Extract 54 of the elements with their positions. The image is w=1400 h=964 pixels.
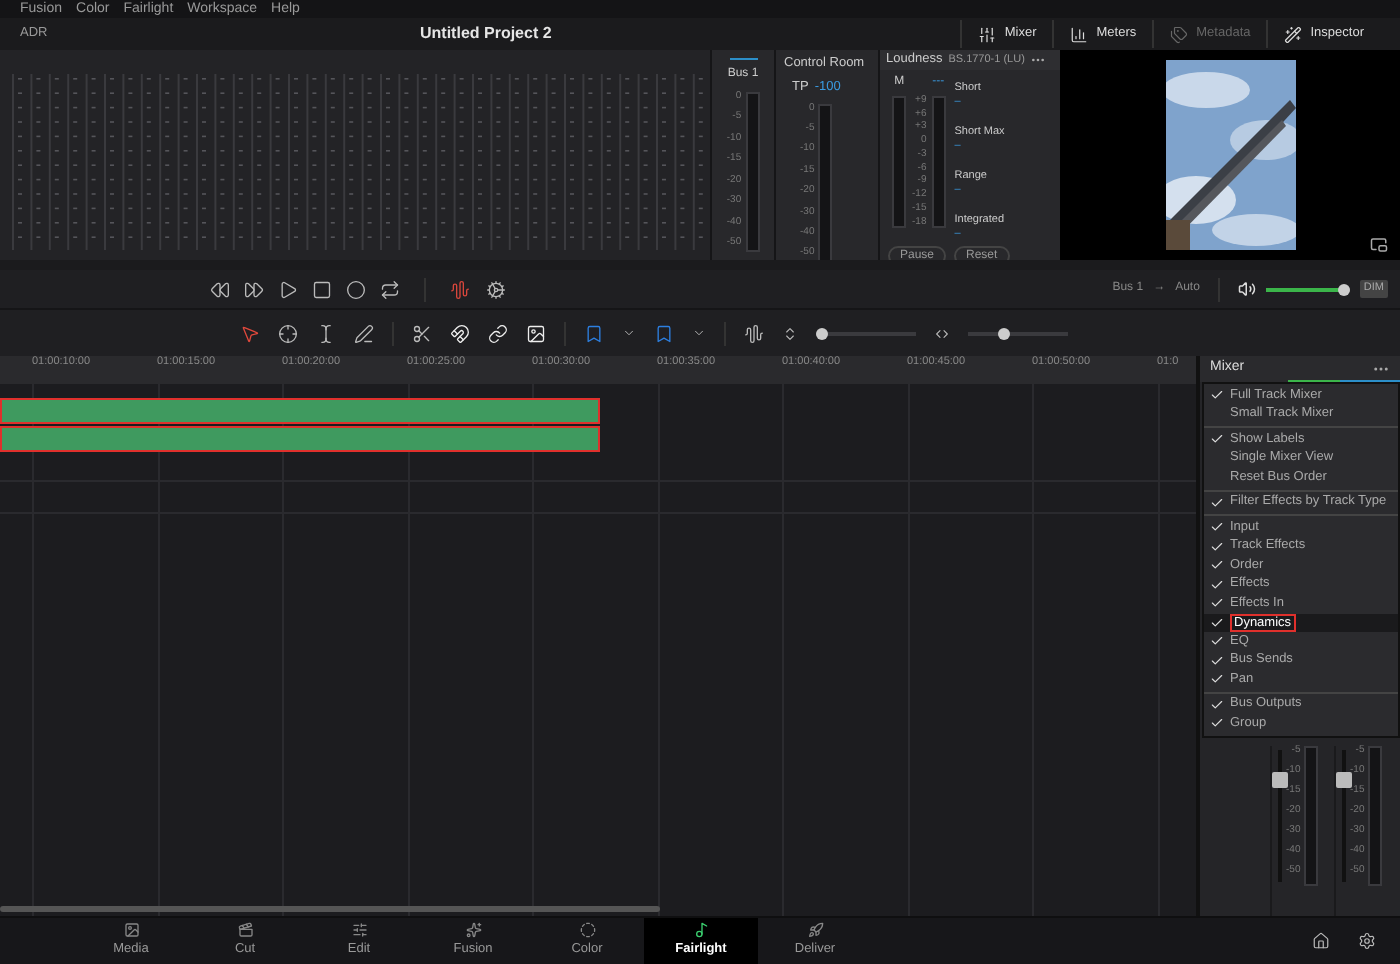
- crosshair-icon[interactable]: [278, 323, 298, 343]
- fast-forward-icon[interactable]: [244, 279, 264, 299]
- bar-chart-icon: [1070, 25, 1089, 43]
- rewind-icon[interactable]: [210, 279, 230, 299]
- sliders-icon: [978, 25, 997, 43]
- audio-clip[interactable]: [0, 426, 600, 452]
- check-icon: [1210, 388, 1224, 403]
- zoom-slider[interactable]: [816, 327, 916, 339]
- waveform-icon[interactable]: [744, 323, 764, 343]
- left-right-icon[interactable]: [934, 325, 950, 341]
- meter-bar: [1304, 745, 1319, 885]
- volume-slider[interactable]: [1265, 283, 1350, 295]
- slider-thumb[interactable]: [998, 327, 1011, 339]
- bookmark-icon[interactable]: [584, 323, 604, 343]
- sparkles-icon: [465, 922, 481, 939]
- image-icon[interactable]: [526, 323, 546, 343]
- audio-clip[interactable]: [0, 398, 600, 424]
- bookmark-icon[interactable]: [654, 323, 674, 343]
- record-icon[interactable]: [346, 279, 366, 299]
- play-icon[interactable]: [278, 279, 298, 299]
- scrollbar[interactable]: [0, 906, 660, 912]
- image-icon: [123, 922, 139, 939]
- waveform-icon[interactable]: [450, 279, 470, 299]
- pointer-icon[interactable]: [240, 323, 260, 343]
- fader-handle[interactable]: [1272, 772, 1288, 789]
- dotted-circle-icon: [579, 922, 595, 939]
- home-icon[interactable]: [1312, 932, 1330, 950]
- speaker-icon[interactable]: [1237, 280, 1256, 298]
- meter-bar: [892, 95, 906, 228]
- wand-icon: [1284, 25, 1303, 43]
- tags-icon: [1170, 25, 1189, 43]
- text-cursor-icon[interactable]: [316, 323, 336, 343]
- stop-icon[interactable]: [312, 279, 332, 299]
- slider-thumb[interactable]: [816, 327, 828, 339]
- pen-icon[interactable]: [354, 323, 374, 343]
- fader-handle[interactable]: [1336, 772, 1352, 789]
- meter-bar: [1368, 745, 1383, 885]
- gear-icon[interactable]: [486, 279, 506, 299]
- scissors-icon[interactable]: [412, 323, 432, 343]
- window-title: Untitled Project 2: [420, 22, 552, 46]
- meter-bar: [932, 95, 947, 228]
- magnet-icon[interactable]: [450, 323, 470, 343]
- settings-icon[interactable]: [1358, 932, 1376, 950]
- picture-in-picture-icon[interactable]: [1370, 236, 1388, 254]
- check-icon: [1210, 432, 1224, 447]
- sliders-icon: [351, 922, 367, 939]
- link-icon[interactable]: [488, 323, 508, 343]
- chevron-down-icon[interactable]: [692, 326, 706, 340]
- chevron-down-icon[interactable]: [622, 326, 636, 340]
- music-note-icon: [693, 922, 709, 939]
- up-down-icon[interactable]: [782, 325, 798, 341]
- clapperboard-icon: [237, 922, 253, 939]
- rocket-icon: [807, 922, 823, 939]
- loop-icon[interactable]: [380, 279, 400, 299]
